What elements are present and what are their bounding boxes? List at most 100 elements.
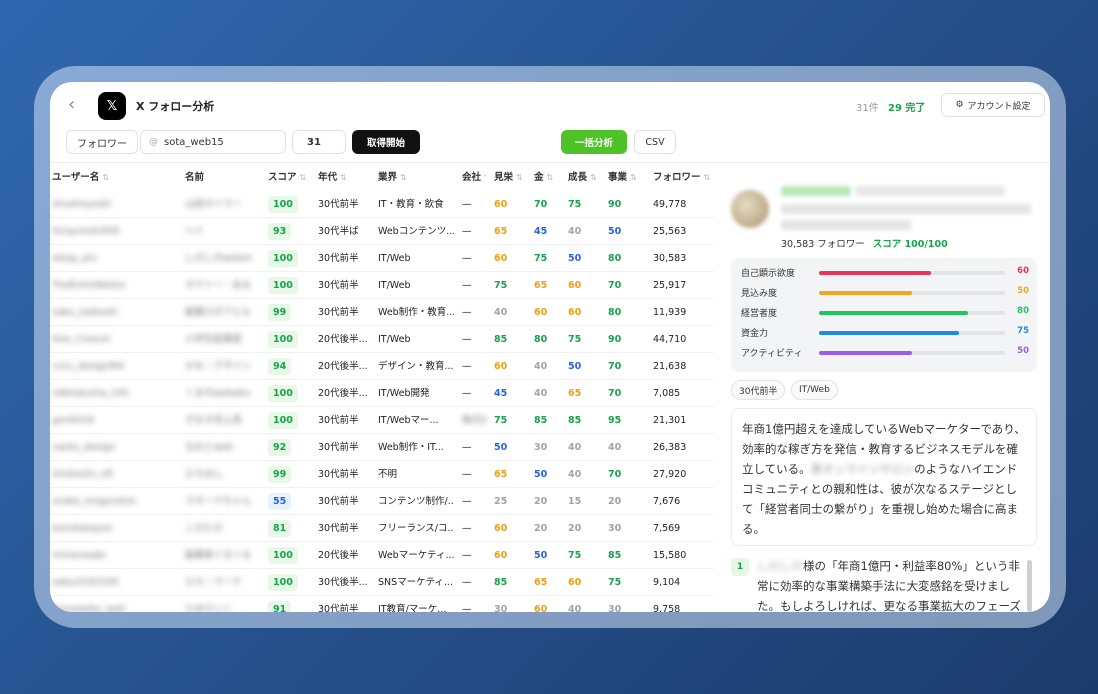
account-settings-label: アカウント設定: [967, 101, 1031, 112]
age-cell: 30代前半: [318, 199, 359, 210]
app-window: ‹ 𝕏 X フォロー分析 31件 29 完了 ⚙ アカウント設定 フォロワー @…: [50, 82, 1050, 612]
company-cell: —: [462, 361, 472, 372]
metric-label: 見込み度: [741, 289, 778, 299]
table-row[interactable]: miroenaabi 副業家ぐるぐる 20代後半 Webマーケティ... — 60 50 75…: [50, 542, 714, 569]
user-cell: curu_designMd: [52, 361, 124, 372]
col-followers[interactable]: フォロワー ⇅: [653, 164, 713, 191]
account-settings-button[interactable]: ⚙ アカウント設定: [941, 93, 1045, 117]
jigyo-cell: 70: [608, 280, 622, 291]
score-cell: 81: [268, 515, 308, 542]
col-kin[interactable]: 金 ⇅: [534, 164, 560, 191]
user-cell: sleep_am: [52, 253, 98, 264]
col-score[interactable]: スコア ⇅: [268, 164, 308, 191]
table-row[interactable]: curu_designMd かな｜デザイン 20代後半... デザイン・教育... — 6…: [50, 353, 714, 380]
name-cell: ひまだいこ: [185, 604, 233, 612]
col-seicho[interactable]: 成長 ⇅: [568, 164, 598, 191]
col-age[interactable]: 年代 ⇅: [318, 164, 370, 191]
message-recipient: しのしの: [757, 559, 803, 573]
followers-cell: 44,710: [653, 334, 687, 345]
count-input[interactable]: 31: [292, 130, 346, 154]
score-cell: 100: [268, 542, 308, 569]
table-row[interactable]: hirohoshi_nft ひろほし 30代前半 不明 — 65 50 40 70 27,920 9…: [50, 461, 714, 488]
name-cell: 山田タイラー: [185, 199, 243, 210]
user-cell: hiraynoshi505: [52, 226, 120, 237]
col-jigyo[interactable]: 事業 ⇅: [608, 164, 638, 191]
metric-value: 60: [1017, 266, 1029, 276]
table-row[interactable]: nikkiokuma_info くまのwebdev 20代後半... IT/Web開発…: [50, 380, 714, 407]
kin-cell: 65: [534, 280, 548, 291]
jigyo-cell: 80: [608, 307, 622, 318]
table-row[interactable]: sabuchi02345 ひろ｜マーケ 30代後半... SNSマーケティ... — 85…: [50, 569, 714, 596]
user-cell: nikkiokuma_info: [52, 388, 129, 399]
jigyo-cell: 30: [608, 523, 622, 534]
table-row[interactable]: gon9316 ずおネ売上長 30代前半 IT/Webマー... 株式会社 75 85 85 9…: [50, 407, 714, 434]
bulk-analyze-button[interactable]: 一括分析: [561, 130, 627, 154]
industry-cell: IT/Web: [378, 334, 411, 345]
user-cell: gon9316: [52, 415, 95, 426]
name-cell: オクトー・ある: [185, 280, 252, 291]
industry-cell: コンテンツ制作/...: [378, 496, 454, 507]
col-company[interactable]: 会社⇅: [462, 164, 486, 191]
name-cell: 副業ロボアとも: [185, 307, 252, 318]
age-cell: 30代後半...: [318, 577, 368, 588]
table-row[interactable]: hiraynoshi505 ハイ 30代半ば Webコンテンツ... — 65 45 40 50…: [50, 218, 714, 245]
followers-cell: 30,583: [653, 253, 687, 264]
scrollbar[interactable]: [1027, 560, 1032, 612]
col-user[interactable]: ユーザー名 ⇅: [52, 164, 172, 191]
seicho-cell: 60: [568, 307, 582, 318]
followers-cell: 25,563: [653, 226, 687, 237]
username-input[interactable]: @ sota_web15: [140, 130, 286, 154]
table-row[interactable]: sabu_kaikoshi 副業ロボアとも 30代前半 Web制作・教育... — 40 6…: [50, 299, 714, 326]
score-cell: 99: [268, 461, 308, 488]
company-cell: —: [462, 550, 472, 561]
age-cell: 30代前半: [318, 442, 359, 453]
age-cell: 30代前半: [318, 280, 359, 291]
table-row[interactable]: himadaiko_web ひまだいこ 30代前半 IT教育/マーケ... — 30 60 4…: [50, 596, 714, 612]
seicho-cell: 75: [568, 334, 582, 345]
company-cell: —: [462, 442, 472, 453]
message-number: 1: [731, 558, 749, 576]
score-cell: 94: [268, 353, 308, 380]
mie-cell: 50: [494, 442, 508, 453]
kin-cell: 40: [534, 388, 548, 399]
table-row[interactable]: snake_moguraine スネークちゃん 30代前半 コンテンツ制作/... — 2…: [50, 488, 714, 515]
mode-select[interactable]: フォロワー: [66, 130, 138, 154]
mie-cell: 60: [494, 550, 508, 561]
name-cell: このたか: [185, 523, 224, 534]
score-cell: 99: [268, 299, 308, 326]
table-row[interactable]: naoto_design なおとweb 30代前半 Web制作・IT... — 50 30 4…: [50, 434, 714, 461]
age-cell: 20代後半...: [318, 361, 368, 372]
done-count: 29 完了: [888, 103, 926, 114]
followers-cell: 7,676: [653, 496, 681, 507]
detail-score: スコア 100/100: [872, 239, 948, 250]
score-badge: 100: [268, 196, 298, 213]
mie-cell: 60: [494, 361, 508, 372]
table-row[interactable]: TheEntrelNotes オクトー・ある 30代前半 IT/Web — 75 65 60 7…: [50, 272, 714, 299]
industry-cell: Webコンテンツ...: [378, 226, 454, 237]
mie-cell: 30: [494, 604, 508, 612]
kin-cell: 20: [534, 496, 548, 507]
table-row[interactable]: sleep_am しのしのwebm 30代前半 IT/Web — 60 75 50 80 30,5…: [50, 245, 714, 272]
table-row[interactable]: fore_Crescel 小学生起業家 20代後半... IT/Web — 85 80 75 9…: [50, 326, 714, 353]
table-row[interactable]: shushiryoshi 山田タイラー 30代前半 IT・教育・飲食 — 60 70 75 90…: [50, 191, 714, 218]
back-chevron-icon[interactable]: ‹: [68, 94, 88, 116]
followers-cell: 27,920: [653, 469, 687, 480]
jigyo-cell: 20: [608, 496, 622, 507]
followers-cell: 21,638: [653, 361, 687, 372]
mie-cell: 65: [494, 469, 508, 480]
score-cell: 100: [268, 191, 308, 218]
mie-cell: 45: [494, 388, 508, 399]
score-badge: 100: [268, 250, 298, 267]
mie-cell: 60: [494, 523, 508, 534]
start-fetch-button[interactable]: 取得開始: [352, 130, 420, 154]
score-badge: 100: [268, 574, 298, 591]
col-industry[interactable]: 業界 ⇅: [378, 164, 454, 191]
table-row[interactable]: konotakayon このたか 30代前半 フリーランス/コ... — 60 20 20 30…: [50, 515, 714, 542]
kin-cell: 20: [534, 523, 548, 534]
col-mie[interactable]: 見栄 ⇅: [494, 164, 526, 191]
metric-row: 資金力 75: [741, 326, 1031, 340]
csv-button[interactable]: CSV: [634, 130, 676, 154]
metric-track: [819, 331, 1005, 335]
mie-cell: 85: [494, 577, 508, 588]
detail-bio-blurred-2: [781, 220, 911, 230]
